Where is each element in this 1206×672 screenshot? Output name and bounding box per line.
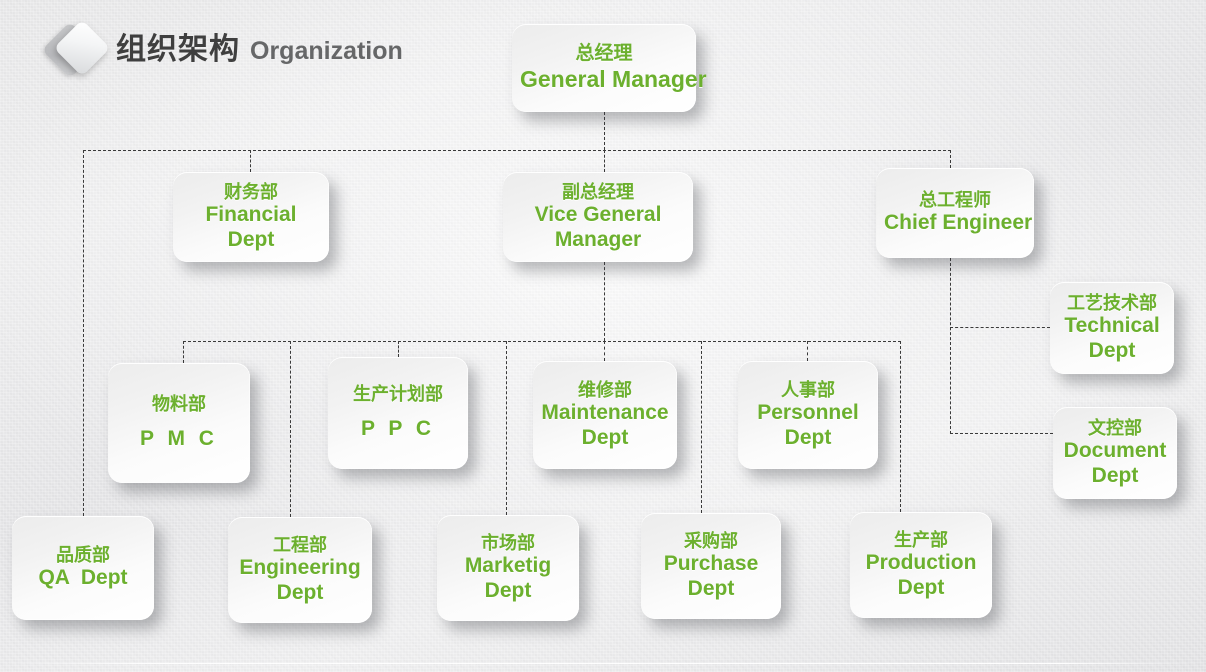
node-engineering-dept-en-2: Dept bbox=[276, 580, 324, 604]
connector-chief-technical bbox=[950, 327, 1050, 328]
node-ppc[interactable]: 生产计划部 P P C bbox=[328, 357, 468, 469]
node-production-dept-en-2: Dept bbox=[897, 575, 945, 599]
connector-drop-production bbox=[900, 341, 901, 512]
slide-header: 组织架构 Organization bbox=[41, 18, 403, 82]
node-maintenance-dept-en-2: Dept bbox=[581, 425, 629, 449]
node-purchase-dept-en-2: Dept bbox=[687, 576, 735, 600]
node-personnel-dept-en-1: Personnel bbox=[757, 400, 859, 424]
node-financial-dept-en-2: Dept bbox=[227, 227, 275, 251]
org-chart-slide: 组织架构 Organization 总经理 General Manager 财务… bbox=[0, 0, 1206, 672]
node-technical-dept[interactable]: 工艺技术部 Technical Dept bbox=[1050, 282, 1174, 374]
node-production-dept[interactable]: 生产部 Production Dept bbox=[850, 512, 992, 618]
node-engineering-dept[interactable]: 工程部 Engineering Dept bbox=[228, 517, 372, 623]
node-qa-dept-cn: 品质部 bbox=[56, 545, 110, 565]
diamond-logo-icon bbox=[41, 18, 112, 82]
node-purchase-dept-cn: 采购部 bbox=[684, 530, 738, 551]
node-maintenance-dept-en-1: Maintenance bbox=[541, 400, 669, 424]
connector-drop-ppc bbox=[398, 341, 399, 357]
node-pmc-en: P M C bbox=[140, 427, 218, 451]
node-general-manager[interactable]: 总经理 General Manager bbox=[512, 24, 707, 112]
node-ppc-spacer bbox=[336, 405, 460, 417]
node-pmc-spacer bbox=[116, 415, 242, 427]
node-general-manager-en: General Manager bbox=[520, 65, 707, 92]
node-document-dept[interactable]: 文控部 Document Dept bbox=[1053, 407, 1177, 499]
connector-drop-pmc bbox=[183, 341, 184, 363]
connector-drop-marketing bbox=[506, 341, 507, 515]
node-financial-dept-cn: 财务部 bbox=[224, 181, 278, 202]
node-financial-dept[interactable]: 财务部 Financial Dept bbox=[173, 172, 329, 262]
node-financial-dept-en-1: Financial bbox=[205, 202, 297, 226]
node-production-dept-en-1: Production bbox=[865, 550, 977, 574]
connector-drop-chief bbox=[950, 150, 951, 168]
node-purchase-dept[interactable]: 采购部 Purchase Dept bbox=[641, 513, 781, 619]
connector-drop-purchase bbox=[701, 341, 702, 513]
connector-top-bus bbox=[83, 150, 951, 151]
node-engineering-dept-cn: 工程部 bbox=[273, 534, 327, 555]
node-pmc[interactable]: 物料部 P M C bbox=[108, 363, 250, 483]
node-marketing-dept-en-1: Marketig bbox=[464, 553, 552, 577]
node-vice-general-manager-en-1: Vice General bbox=[534, 202, 662, 226]
node-technical-dept-en-2: Dept bbox=[1088, 338, 1136, 362]
node-technical-dept-cn: 工艺技术部 bbox=[1067, 292, 1157, 313]
node-document-dept-en-2: Dept bbox=[1091, 463, 1139, 487]
connector-drop-engineering bbox=[290, 341, 291, 517]
node-engineering-dept-en-1: Engineering bbox=[239, 555, 361, 579]
node-chief-engineer[interactable]: 总工程师 Chief Engineer bbox=[876, 168, 1034, 258]
node-vice-general-manager-en-2: Manager bbox=[554, 227, 642, 251]
node-qa-dept[interactable]: 品质部 QA Dept bbox=[12, 516, 154, 620]
connector-spine-left-qa bbox=[83, 150, 84, 516]
connector-drop-vgm bbox=[604, 150, 605, 172]
node-marketing-dept-en-2: Dept bbox=[484, 578, 532, 602]
node-marketing-dept-cn: 市场部 bbox=[481, 532, 535, 553]
connector-drop-financial bbox=[250, 150, 251, 172]
node-personnel-dept-cn: 人事部 bbox=[781, 379, 835, 400]
connector-drop-personnel bbox=[807, 341, 808, 361]
node-marketing-dept[interactable]: 市场部 Marketig Dept bbox=[437, 515, 579, 621]
node-qa-dept-en: QA Dept bbox=[38, 566, 128, 590]
node-personnel-dept-en-2: Dept bbox=[784, 425, 832, 449]
node-maintenance-dept-cn: 维修部 bbox=[578, 379, 632, 400]
node-pmc-cn: 物料部 bbox=[152, 394, 206, 414]
page-title: 组织架构 Organization bbox=[116, 35, 403, 65]
node-maintenance-dept[interactable]: 维修部 Maintenance Dept bbox=[533, 361, 677, 469]
node-chief-engineer-en: Chief Engineer bbox=[884, 211, 1033, 235]
connector-chief-document bbox=[950, 433, 1053, 434]
connector-chief-spine bbox=[950, 258, 951, 434]
node-chief-engineer-cn: 总工程师 bbox=[919, 190, 991, 210]
node-vice-general-manager[interactable]: 副总经理 Vice General Manager bbox=[503, 172, 693, 262]
page-title-en: Organization bbox=[250, 37, 403, 65]
connector-drop-maintenance bbox=[604, 341, 605, 361]
node-document-dept-en-1: Document bbox=[1063, 438, 1167, 462]
node-personnel-dept[interactable]: 人事部 Personnel Dept bbox=[738, 361, 878, 469]
connector-vgm-spine bbox=[604, 262, 605, 341]
page-title-cn: 组织架构 bbox=[116, 33, 240, 66]
node-ppc-cn: 生产计划部 bbox=[353, 384, 443, 404]
node-document-dept-cn: 文控部 bbox=[1088, 417, 1142, 438]
node-production-dept-cn: 生产部 bbox=[894, 529, 948, 550]
connector-gm-down bbox=[604, 112, 605, 150]
node-ppc-en: P P C bbox=[360, 417, 436, 441]
node-vice-general-manager-cn: 副总经理 bbox=[562, 181, 634, 202]
node-purchase-dept-en-1: Purchase bbox=[663, 551, 759, 575]
node-general-manager-cn: 总经理 bbox=[575, 43, 633, 65]
node-technical-dept-en-1: Technical bbox=[1064, 313, 1160, 337]
